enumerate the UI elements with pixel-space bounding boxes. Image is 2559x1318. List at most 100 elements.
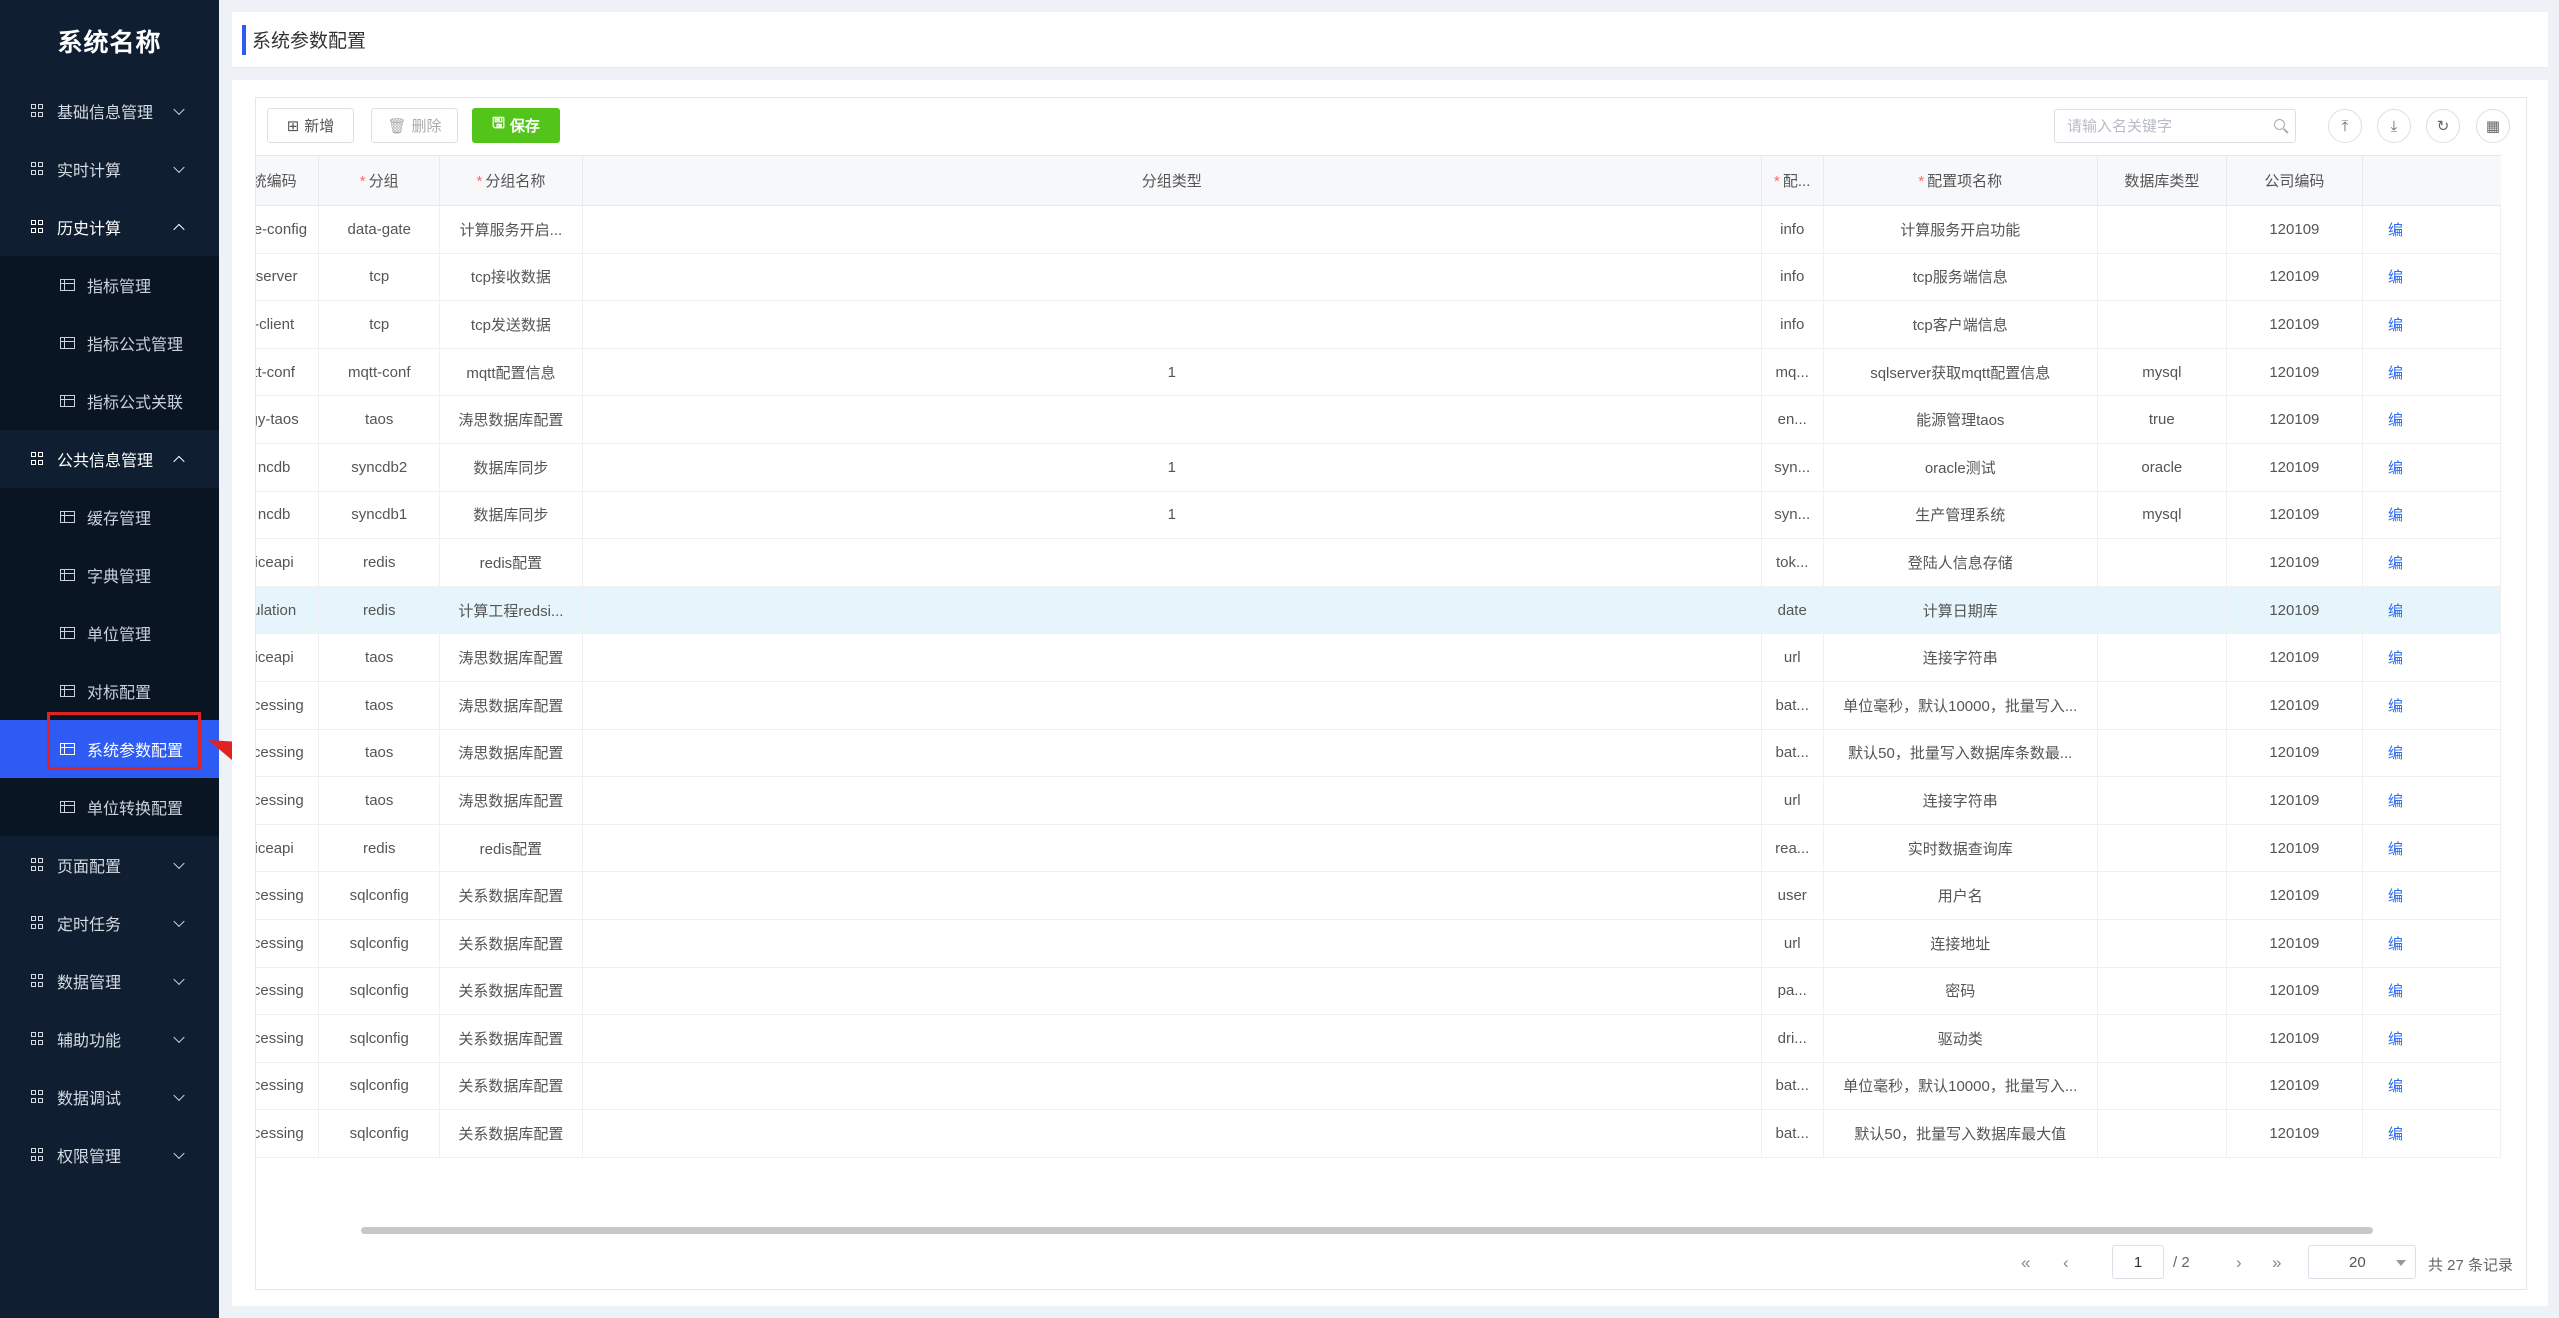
edit-link[interactable]: 编: [2362, 967, 2501, 1016]
page-size-select[interactable]: 20: [2308, 1245, 2416, 1279]
table-row[interactable]: -servertcptcp接收数据 infotcp服务端信息 120109编: [256, 253, 2501, 302]
sidebar-submenu-item[interactable]: 指标公式管理: [0, 314, 219, 372]
next-page-icon[interactable]: ›: [2236, 1253, 2242, 1273]
sidebar-menu-item[interactable]: 公共信息管理: [0, 430, 219, 488]
table-cell: [2097, 300, 2227, 349]
sidebar-submenu-item[interactable]: 单位转换配置: [0, 778, 219, 836]
edit-link[interactable]: 编: [2362, 1014, 2501, 1063]
column-header[interactable]: 统编码: [256, 155, 320, 206]
import-icon[interactable]: ⤒: [2328, 109, 2362, 143]
edit-link[interactable]: 编: [2362, 1062, 2501, 1111]
refresh-icon[interactable]: ↻: [2426, 109, 2460, 143]
last-page-icon[interactable]: »: [2272, 1253, 2281, 1273]
table-cell: 1: [582, 491, 1762, 540]
column-header[interactable]: * 配...: [1761, 155, 1824, 206]
table-cell: info: [1761, 300, 1824, 349]
table-row[interactable]: ulation redis 计算工程redsi... date 计算日期库 120109 编: [256, 586, 2501, 635]
edit-link[interactable]: 编: [2362, 253, 2501, 302]
edit-link[interactable]: 编: [2362, 871, 2501, 920]
table-cell: 登陆人信息存储: [1823, 538, 2098, 587]
sidebar-menu-item[interactable]: 实时计算: [0, 140, 219, 198]
table-row[interactable]: ocessingtaos涛思数据库配置 bat...单位毫秒，默认10000，批量…: [256, 681, 2501, 730]
sidebar-submenu-item[interactable]: 系统参数配置: [0, 720, 219, 778]
sidebar-menu-item[interactable]: 辅助功能: [0, 1010, 219, 1068]
table-row[interactable]: ocessingsqlconfig关系数据库配置 user用户名 120109编: [256, 871, 2501, 920]
sidebar-submenu: 指标管理 指标公式管理 指标公式关联: [0, 256, 219, 430]
export-icon[interactable]: ⤓: [2377, 109, 2411, 143]
horizontal-scrollbar[interactable]: [361, 1227, 2373, 1234]
table-row[interactable]: iceapi taos 涛思数据库配置 url 连接字符串 120109 编: [256, 633, 2501, 682]
table-cell: url: [1761, 776, 1824, 825]
sidebar-menu-item[interactable]: 数据调试: [0, 1068, 219, 1126]
edit-link[interactable]: 编: [2362, 491, 2501, 540]
edit-link[interactable]: 编: [2362, 681, 2501, 730]
column-header[interactable]: * 配置项名称: [1823, 155, 2098, 206]
edit-link[interactable]: 编: [2362, 205, 2501, 254]
sidebar-submenu-item[interactable]: 字典管理: [0, 546, 219, 604]
column-header[interactable]: 数据库类型: [2097, 155, 2227, 206]
column-header[interactable]: 分组类型: [582, 155, 1762, 206]
sidebar-submenu-item[interactable]: 单位管理: [0, 604, 219, 662]
table-row[interactable]: tt-conf mqtt-conf mqtt配置信息 1 mq... sqlserver获…: [256, 348, 2501, 397]
add-button[interactable]: ⊞ 新增: [267, 108, 354, 143]
sidebar-menu-item[interactable]: 数据管理: [0, 952, 219, 1010]
table-cell: 120109: [2226, 729, 2364, 778]
search-input[interactable]: [2065, 110, 2269, 142]
sidebar-submenu-item[interactable]: 指标管理: [0, 256, 219, 314]
grid-icon: [31, 916, 45, 930]
edit-link[interactable]: 编: [2362, 776, 2501, 825]
table-row[interactable]: ocessingsqlconfig关系数据库配置 dri...驱动类 120109编: [256, 1014, 2501, 1063]
edit-link[interactable]: 编: [2362, 348, 2501, 397]
table-row[interactable]: ocessingsqlconfig关系数据库配置 bat...单位毫秒，默认100…: [256, 1062, 2501, 1111]
column-header[interactable]: * 分组名称: [439, 155, 583, 206]
sidebar-menu-item[interactable]: 定时任务: [0, 894, 219, 952]
table-cell: 计算服务开启功能: [1823, 205, 2098, 254]
edit-link[interactable]: 编: [2362, 443, 2501, 492]
table-row[interactable]: ate-configdata-gate计算服务开启... info计算服务开启功能…: [256, 205, 2501, 254]
sidebar-menu-item[interactable]: 权限管理: [0, 1126, 219, 1184]
table-row[interactable]: iceapi redis redis配置 rea... 实时数据查询库 120109 编: [256, 824, 2501, 873]
table-row[interactable]: ncdb syncdb1 数据库同步 1 syn... 生产管理系统 mysql 120109…: [256, 491, 2501, 540]
table-cell: 能源管理taos: [1823, 395, 2098, 444]
table-row[interactable]: ocessingsqlconfig关系数据库配置 bat...默认50，批量写入数…: [256, 1109, 2501, 1158]
sidebar-menu-item[interactable]: 历史计算: [0, 198, 219, 256]
table-cell: 涛思数据库配置: [439, 776, 583, 825]
table-row[interactable]: ocessingtaos涛思数据库配置 bat...默认50，批量写入数据库条数最…: [256, 729, 2501, 778]
table-cell: 关系数据库配置: [439, 967, 583, 1016]
column-header[interactable]: 编: [2362, 155, 2501, 206]
table-cell: date: [1761, 586, 1824, 635]
delete-button[interactable]: 🗑 删除: [371, 108, 458, 143]
prev-page-icon[interactable]: ‹: [2063, 1253, 2069, 1273]
edit-link[interactable]: 编: [2362, 300, 2501, 349]
column-header-label: 公司编码: [2264, 173, 2325, 190]
table-row[interactable]: -client tcp tcp发送数据 info tcp客户端信息 120109 编: [256, 300, 2501, 349]
table-viewport[interactable]: 统编码*分组*分组名称分组类型*配...*配置项名称数据库类型公司编码编 ate…: [256, 155, 2527, 1225]
table-row[interactable]: ocessingsqlconfig关系数据库配置 pa...密码 120109编: [256, 967, 2501, 1016]
sidebar-submenu-item[interactable]: 缓存管理: [0, 488, 219, 546]
table-row[interactable]: ncdb syncdb2 数据库同步 1 syn... oracle测试 oracle 120…: [256, 443, 2501, 492]
column-settings-icon[interactable]: ▦: [2476, 109, 2510, 143]
edit-link[interactable]: 编: [2362, 729, 2501, 778]
sidebar-menu-item[interactable]: 基础信息管理: [0, 82, 219, 140]
table-row[interactable]: iceapi redis redis配置 tok... 登陆人信息存储 120109 编: [256, 538, 2501, 587]
edit-link[interactable]: 编: [2362, 538, 2501, 587]
save-button[interactable]: 🖫 保存: [472, 108, 560, 143]
table-row[interactable]: gy-taostaos涛思数据库配置 en...能源管理taostrue12010…: [256, 395, 2501, 444]
sidebar-submenu-item[interactable]: 对标配置: [0, 662, 219, 720]
page-number-input[interactable]: [2112, 1245, 2164, 1279]
table-row[interactable]: ocessingsqlconfig关系数据库配置 url连接地址 120109编: [256, 919, 2501, 968]
table-icon: [60, 569, 75, 581]
column-header[interactable]: * 分组: [318, 155, 441, 206]
sidebar-menu-item[interactable]: 页面配置: [0, 836, 219, 894]
edit-link[interactable]: 编: [2362, 1109, 2501, 1158]
first-page-icon[interactable]: «: [2021, 1253, 2030, 1273]
edit-link[interactable]: 编: [2362, 586, 2501, 635]
sidebar-submenu-item[interactable]: 指标公式关联: [0, 372, 219, 430]
table-row[interactable]: ocessingtaos涛思数据库配置 url连接字符串 120109编: [256, 776, 2501, 825]
edit-link[interactable]: 编: [2362, 824, 2501, 873]
edit-link[interactable]: 编: [2362, 919, 2501, 968]
edit-link[interactable]: 编: [2362, 395, 2501, 444]
edit-link[interactable]: 编: [2362, 633, 2501, 682]
sidebar-submenu: 缓存管理 字典管理 单位管理 对标配置 系统参数配置 单位转换配置: [0, 488, 219, 836]
column-header[interactable]: 公司编码: [2226, 155, 2364, 206]
